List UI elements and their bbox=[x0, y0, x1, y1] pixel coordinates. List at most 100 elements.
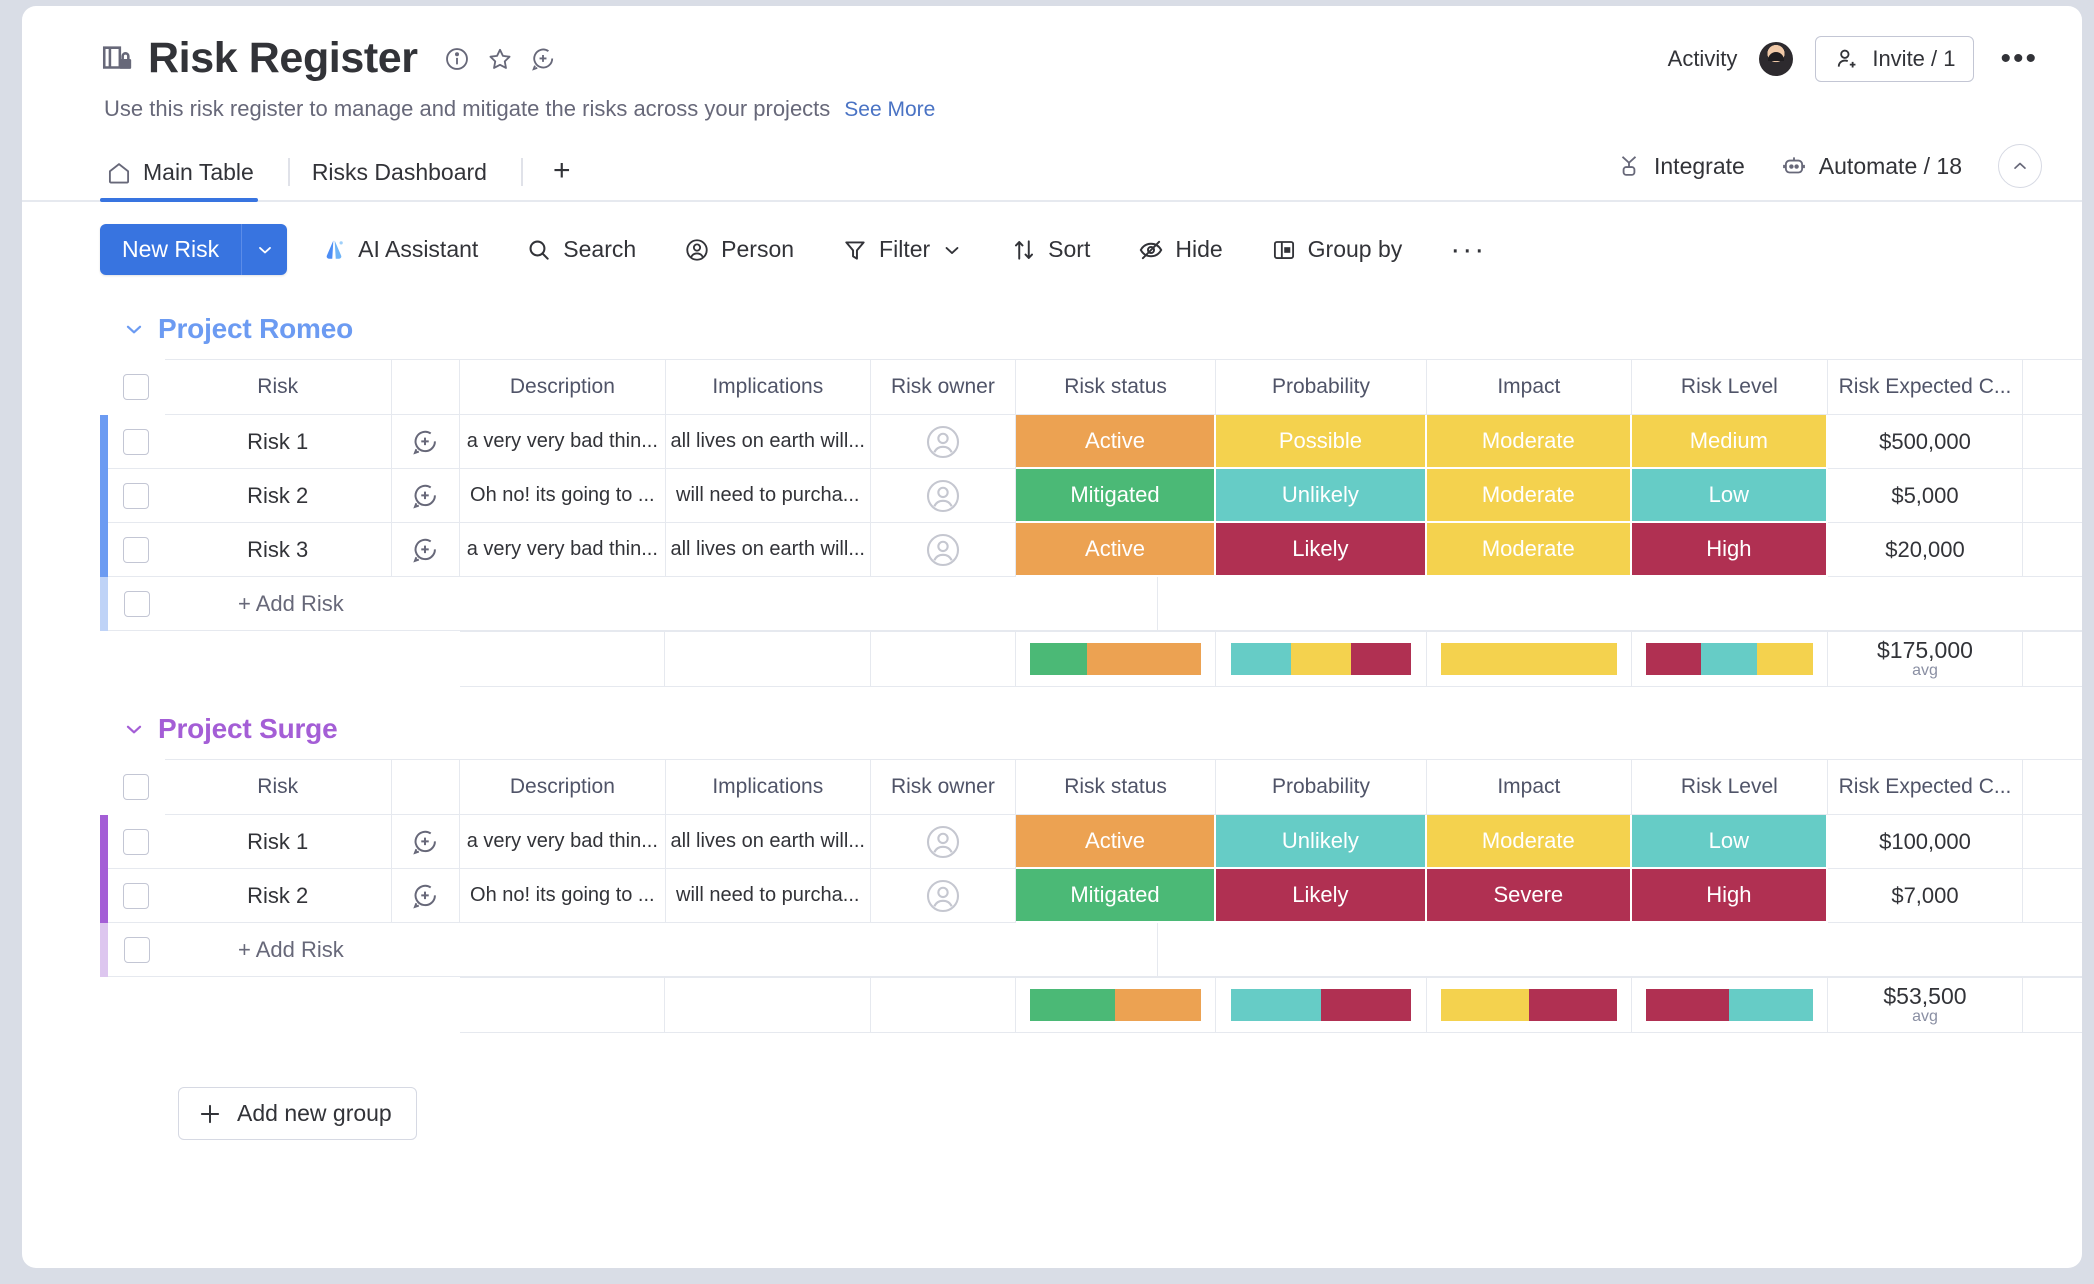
row-select-cell[interactable] bbox=[108, 415, 165, 469]
table-row[interactable]: Risk 3 a very very bad thin... all lives… bbox=[100, 523, 2082, 577]
select-all-checkbox[interactable] bbox=[123, 374, 150, 400]
cell-risk-owner[interactable] bbox=[870, 523, 1016, 577]
row-select-cell[interactable] bbox=[108, 869, 165, 923]
cell-risk-expected-cost[interactable]: $500,000 bbox=[1827, 415, 2024, 469]
integrate-button[interactable]: Integrate bbox=[1616, 153, 1745, 180]
chevron-down-icon[interactable] bbox=[941, 239, 963, 261]
summary-risk-status[interactable] bbox=[1015, 631, 1217, 687]
cell-conversation[interactable] bbox=[391, 415, 461, 469]
cell-risk-name[interactable]: Risk 1 bbox=[164, 815, 392, 869]
cell-description[interactable]: Oh no! its going to ... bbox=[460, 469, 666, 523]
see-more-link[interactable]: See More bbox=[844, 98, 935, 122]
table-row[interactable]: Risk 1 a very very bad thin... all lives… bbox=[100, 415, 2082, 469]
column-header-probability[interactable]: Probability bbox=[1216, 759, 1427, 815]
new-risk-dropdown-button[interactable] bbox=[241, 224, 288, 275]
summary-risk-level[interactable] bbox=[1631, 631, 1828, 687]
summary-risk-expected-cost[interactable]: $53,500 avg bbox=[1827, 977, 2024, 1033]
row-select-cell[interactable] bbox=[108, 815, 165, 869]
cell-risk-owner[interactable] bbox=[870, 869, 1016, 923]
column-header-implications[interactable]: Implications bbox=[665, 759, 871, 815]
cell-implications[interactable]: all lives on earth will... bbox=[665, 815, 871, 869]
row-checkbox[interactable] bbox=[124, 936, 150, 963]
cell-impact[interactable]: Moderate bbox=[1426, 415, 1633, 469]
row-select-cell[interactable] bbox=[108, 469, 165, 523]
cell-risk-owner[interactable] bbox=[870, 469, 1016, 523]
cell-implications[interactable]: will need to purcha... bbox=[665, 469, 871, 523]
column-header-risk-expected-cost[interactable]: Risk Expected C... bbox=[1827, 759, 2024, 815]
chevron-down-icon[interactable] bbox=[122, 317, 146, 341]
person-button[interactable]: Person bbox=[670, 226, 808, 273]
column-header-risk-level[interactable]: Risk Level bbox=[1632, 759, 1828, 815]
add-risk-row[interactable]: + Add Risk bbox=[100, 577, 2082, 631]
toolbar-more-button[interactable]: ··· bbox=[1436, 232, 1500, 267]
sort-button[interactable]: Sort bbox=[997, 226, 1104, 273]
column-header-next[interactable] bbox=[2023, 759, 2082, 815]
column-header-risk[interactable]: Risk bbox=[164, 759, 392, 815]
cell-risk-level[interactable]: High bbox=[1632, 869, 1828, 923]
select-all-checkbox[interactable] bbox=[123, 774, 150, 800]
filter-button[interactable]: Filter bbox=[828, 226, 977, 273]
cell-risk-expected-cost[interactable]: $7,000 bbox=[1827, 869, 2024, 923]
cell-implications[interactable]: will need to purcha... bbox=[665, 869, 871, 923]
summary-impact[interactable] bbox=[1426, 631, 1632, 687]
star-icon[interactable] bbox=[487, 46, 513, 72]
row-checkbox[interactable] bbox=[123, 536, 150, 563]
summary-risk-level[interactable] bbox=[1631, 977, 1828, 1033]
cell-risk-status[interactable]: Active bbox=[1015, 815, 1217, 869]
search-button[interactable]: Search bbox=[512, 226, 650, 273]
cell-risk-status[interactable]: Mitigated bbox=[1015, 869, 1217, 923]
info-icon[interactable] bbox=[444, 46, 470, 72]
new-risk-button[interactable]: New Risk bbox=[100, 224, 288, 275]
hide-button[interactable]: Hide bbox=[1124, 226, 1236, 273]
group-header[interactable]: Project Surge bbox=[100, 695, 2082, 759]
summary-impact[interactable] bbox=[1426, 977, 1632, 1033]
cell-probability[interactable]: Possible bbox=[1216, 415, 1427, 469]
cell-risk-status[interactable]: Active bbox=[1015, 415, 1217, 469]
select-all-cell[interactable] bbox=[108, 759, 165, 815]
cell-risk-expected-cost[interactable]: $100,000 bbox=[1827, 815, 2024, 869]
column-header-risk-level[interactable]: Risk Level bbox=[1632, 359, 1828, 415]
add-risk-row[interactable]: + Add Risk bbox=[100, 923, 2082, 977]
tab-main-table[interactable]: Main Table bbox=[100, 151, 272, 202]
cell-risk-owner[interactable] bbox=[870, 415, 1016, 469]
cell-risk-level[interactable]: High bbox=[1632, 523, 1828, 577]
add-view-button[interactable]: + bbox=[539, 154, 585, 200]
column-header-impact[interactable]: Impact bbox=[1426, 759, 1633, 815]
select-all-cell[interactable] bbox=[108, 359, 165, 415]
add-new-group-button[interactable]: Add new group bbox=[178, 1087, 417, 1140]
cell-description[interactable]: a very very bad thin... bbox=[460, 523, 666, 577]
cell-risk-name[interactable]: Risk 2 bbox=[164, 469, 392, 523]
table-row[interactable]: Risk 2 Oh no! its going to ... will need… bbox=[100, 869, 2082, 923]
cell-impact[interactable]: Severe bbox=[1426, 869, 1633, 923]
activity-label[interactable]: Activity bbox=[1668, 46, 1738, 72]
chevron-down-icon[interactable] bbox=[122, 717, 146, 741]
cell-description[interactable]: a very very bad thin... bbox=[460, 815, 666, 869]
avatar[interactable] bbox=[1759, 42, 1794, 76]
cell-risk-owner[interactable] bbox=[870, 815, 1016, 869]
column-header-impact[interactable]: Impact bbox=[1426, 359, 1633, 415]
ai-assistant-button[interactable]: AI Assistant bbox=[307, 226, 492, 273]
cell-risk-expected-cost[interactable]: $20,000 bbox=[1827, 523, 2024, 577]
column-header-risk[interactable]: Risk bbox=[164, 359, 392, 415]
column-header-next[interactable] bbox=[2023, 359, 2082, 415]
summary-risk-status[interactable] bbox=[1015, 977, 1217, 1033]
row-checkbox[interactable] bbox=[123, 482, 150, 509]
row-checkbox[interactable] bbox=[123, 428, 150, 455]
cell-description[interactable]: a very very bad thin... bbox=[460, 415, 666, 469]
table-row[interactable]: Risk 1 a very very bad thin... all lives… bbox=[100, 815, 2082, 869]
column-header-risk-owner[interactable]: Risk owner bbox=[871, 759, 1016, 815]
add-risk-label[interactable]: + Add Risk bbox=[166, 923, 1158, 977]
row-select-cell[interactable] bbox=[108, 523, 165, 577]
column-header-risk-owner[interactable]: Risk owner bbox=[871, 359, 1016, 415]
column-header-implications[interactable]: Implications bbox=[665, 359, 871, 415]
cell-probability[interactable]: Likely bbox=[1216, 523, 1427, 577]
cell-risk-status[interactable]: Active bbox=[1015, 523, 1217, 577]
cell-risk-name[interactable]: Risk 3 bbox=[164, 523, 392, 577]
row-checkbox[interactable] bbox=[123, 828, 150, 855]
cell-risk-status[interactable]: Mitigated bbox=[1015, 469, 1217, 523]
summary-risk-expected-cost[interactable]: $175,000 avg bbox=[1827, 631, 2024, 687]
cell-probability[interactable]: Unlikely bbox=[1216, 469, 1427, 523]
group-header[interactable]: Project Romeo bbox=[100, 295, 2082, 359]
cell-risk-level[interactable]: Low bbox=[1632, 815, 1828, 869]
column-header-risk-status[interactable]: Risk status bbox=[1015, 359, 1217, 415]
